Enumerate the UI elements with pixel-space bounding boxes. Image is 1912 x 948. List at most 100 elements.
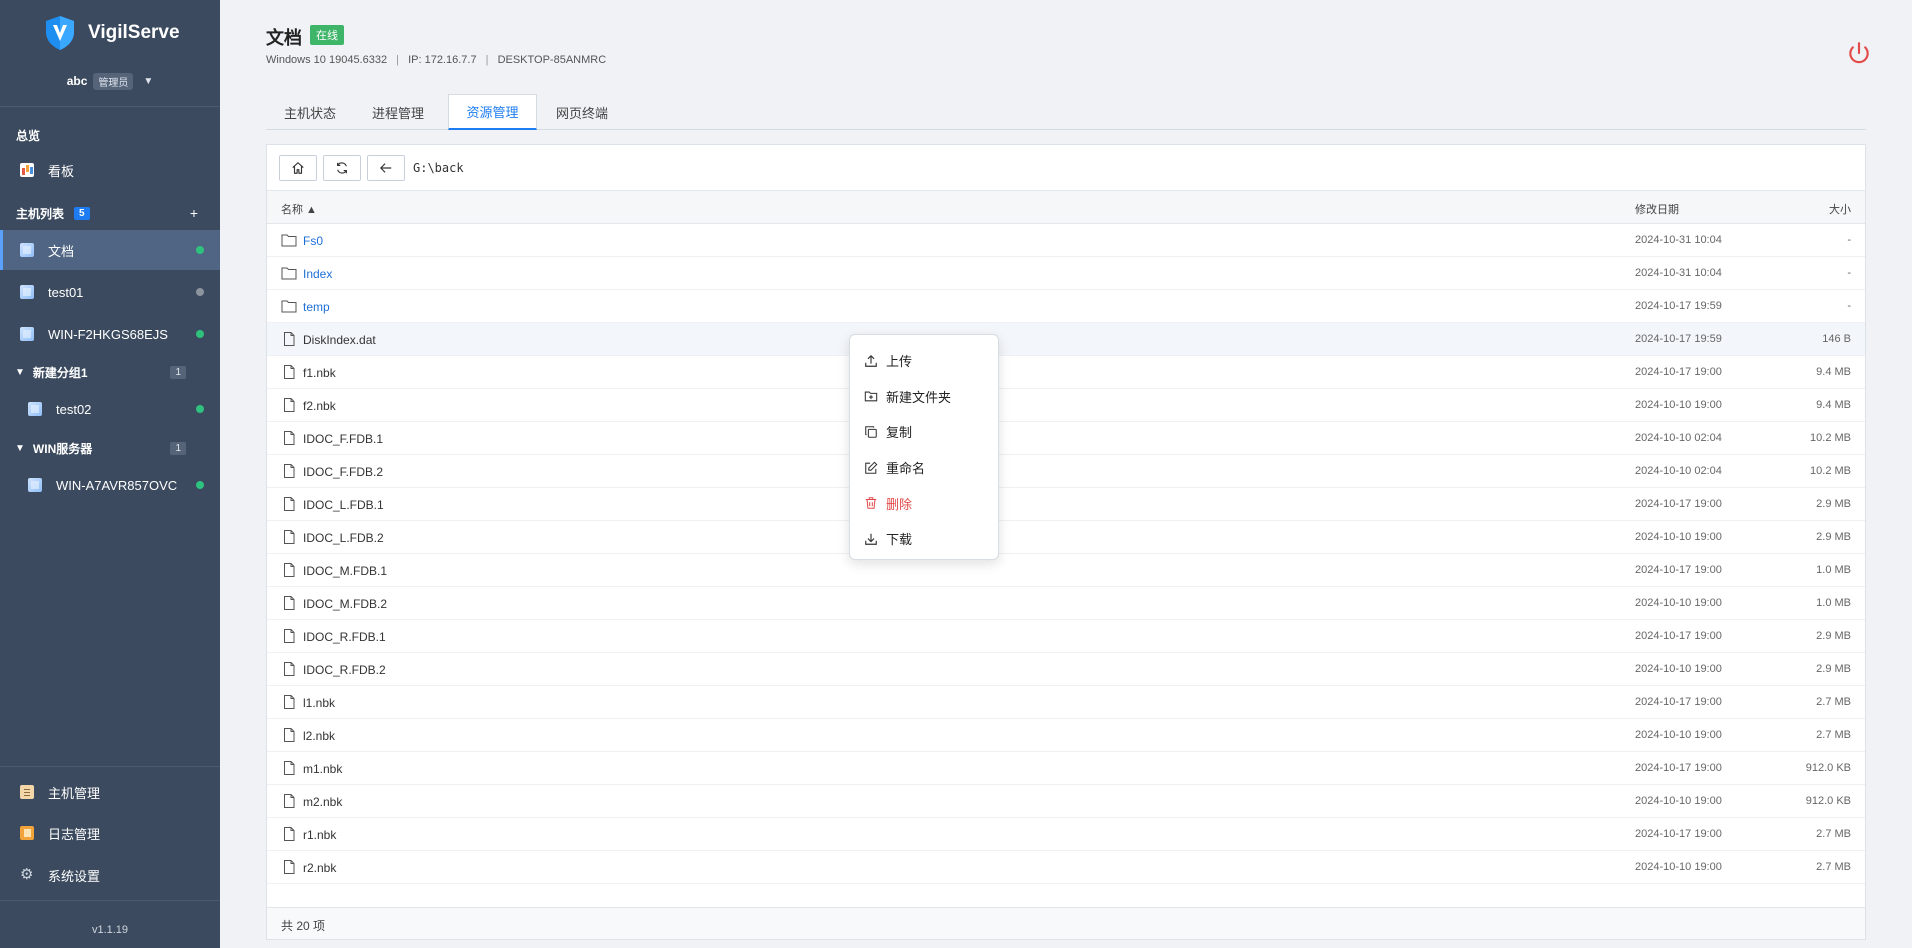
menu-item-rename[interactable]: 重命名 [850, 450, 998, 486]
menu-item-new-folder[interactable]: 新建文件夹 [850, 379, 998, 415]
tab-resource-management[interactable]: 资源管理 [448, 94, 537, 130]
file-date: 2024-10-10 19:00 [1635, 597, 1722, 609]
table-row[interactable]: l2.nbk 2024-10-10 19:00 2.7 MB [267, 719, 1865, 752]
nav-log-management[interactable]: 日志管理 [0, 813, 220, 853]
table-row[interactable]: IDOC_L.FDB.2 2024-10-10 19:00 2.9 MB [267, 521, 1865, 554]
file-icon [284, 695, 295, 709]
table-row[interactable]: DiskIndex.dat 2024-10-17 19:59 146 B [267, 323, 1865, 356]
host-item-win-f2hkgs68ejs[interactable]: WIN-F2HKGS68EJS [0, 314, 220, 354]
file-size: 10.2 MB [1810, 465, 1851, 477]
host-item-test01[interactable]: test01 [0, 272, 220, 312]
clipboard-icon [20, 785, 34, 799]
table-row[interactable]: IDOC_L.FDB.1 2024-10-17 19:00 2.9 MB [267, 488, 1865, 521]
file-icon [284, 365, 295, 379]
table-row[interactable]: f1.nbk 2024-10-17 19:00 9.4 MB [267, 356, 1865, 389]
column-name[interactable]: 名称 ▲ [281, 201, 317, 217]
folder-icon [281, 234, 297, 247]
nav-dashboard-label: 看板 [48, 163, 75, 179]
home-button[interactable] [279, 155, 317, 181]
table-row[interactable]: IDOC_F.FDB.1 2024-10-10 02:04 10.2 MB [267, 422, 1865, 455]
file-name: m1.nbk [303, 762, 343, 776]
column-size[interactable]: 大小 [1829, 201, 1851, 217]
file-size: 2.7 MB [1816, 696, 1851, 708]
nav-host-management[interactable]: 主机管理 [0, 772, 220, 812]
file-size: 1.0 MB [1816, 564, 1851, 576]
folder-icon [281, 300, 297, 313]
menu-item-label: 删除 [886, 496, 913, 512]
table-row[interactable]: m2.nbk 2024-10-10 19:00 912.0 KB [267, 785, 1865, 818]
file-size: 2.9 MB [1816, 531, 1851, 543]
file-date: 2024-10-17 19:00 [1635, 762, 1722, 774]
file-date: 2024-10-10 19:00 [1635, 795, 1722, 807]
file-size: 2.7 MB [1816, 861, 1851, 873]
user-name: abc [66, 74, 88, 88]
file-size: 2.9 MB [1816, 663, 1851, 675]
add-host-button[interactable]: + [190, 205, 198, 221]
table-row[interactable]: Index 2024-10-31 10:04 - [267, 257, 1865, 290]
file-size: 10.2 MB [1810, 432, 1851, 444]
power-icon[interactable] [1846, 40, 1872, 66]
menu-item-label: 下载 [886, 532, 913, 548]
nav-dashboard[interactable]: 看板 [0, 150, 220, 190]
menu-item-upload[interactable]: 上传 [850, 343, 998, 379]
group-new-group-1[interactable]: ▼ 新建分组1 1 [0, 357, 220, 387]
table-row[interactable]: IDOC_F.FDB.2 2024-10-10 02:04 10.2 MB [267, 455, 1865, 488]
table-row[interactable]: temp 2024-10-17 19:59 - [267, 290, 1865, 323]
file-date: 2024-10-31 10:04 [1635, 267, 1722, 279]
menu-item-copy[interactable]: 复制 [850, 414, 998, 450]
table-row[interactable]: r1.nbk 2024-10-17 19:00 2.7 MB [267, 818, 1865, 851]
file-date: 2024-10-17 19:00 [1635, 696, 1722, 708]
table-row[interactable]: l1.nbk 2024-10-17 19:00 2.7 MB [267, 686, 1865, 719]
file-name[interactable]: Fs0 [303, 234, 323, 248]
file-name[interactable]: temp [303, 300, 330, 314]
file-date: 2024-10-31 10:04 [1635, 234, 1722, 246]
user-menu[interactable]: abc 管理员 ▼ [0, 68, 220, 94]
file-name[interactable]: Index [303, 267, 332, 281]
divider [0, 106, 220, 107]
host-item-test02[interactable]: test02 [0, 389, 220, 429]
column-date[interactable]: 修改日期 [1635, 201, 1679, 217]
back-button[interactable] [367, 155, 405, 181]
file-size: 2.7 MB [1816, 828, 1851, 840]
tab-host-status[interactable]: 主机状态 [266, 94, 354, 130]
file-icon [284, 596, 295, 610]
table-row[interactable]: IDOC_M.FDB.1 2024-10-17 19:00 1.0 MB [267, 554, 1865, 587]
brand[interactable]: VigilServe [44, 14, 180, 52]
file-name: r2.nbk [303, 861, 337, 875]
tab-web-terminal[interactable]: 网页终端 [537, 94, 627, 130]
file-size: 9.4 MB [1816, 366, 1851, 378]
host-item-win-a7avr857ovc[interactable]: WIN-A7AVR857OVC [0, 465, 220, 505]
host-list-label: 主机列表 [16, 206, 65, 221]
file-name: l1.nbk [303, 696, 336, 710]
file-icon [284, 761, 295, 775]
menu-item-delete[interactable]: 删除 [850, 485, 998, 521]
group-win-servers[interactable]: ▼ WIN服务器 1 [0, 433, 220, 463]
host-item-wendang[interactable]: 文档 [0, 230, 220, 270]
tab-process-management[interactable]: 进程管理 [354, 94, 442, 130]
file-name: IDOC_M.FDB.2 [303, 597, 388, 611]
menu-item-download[interactable]: 下载 [850, 521, 998, 557]
table-row[interactable]: IDOC_R.FDB.2 2024-10-10 19:00 2.9 MB [267, 653, 1865, 686]
table-row[interactable]: m1.nbk 2024-10-17 19:00 912.0 KB [267, 752, 1865, 785]
file-name: f2.nbk [303, 399, 336, 413]
nav-system-settings[interactable]: ⚙ 系统设置 [0, 855, 220, 895]
download-icon [865, 533, 877, 545]
file-name: m2.nbk [303, 795, 343, 809]
table-row[interactable]: r2.nbk 2024-10-10 19:00 2.7 MB [267, 851, 1865, 884]
file-name: l2.nbk [303, 729, 336, 743]
host-icon [20, 327, 34, 341]
table-row[interactable]: f2.nbk 2024-10-10 19:00 9.4 MB [267, 389, 1865, 422]
group-label: 新建分组1 [32, 365, 88, 380]
table-row[interactable]: IDOC_M.FDB.2 2024-10-10 19:00 1.0 MB [267, 587, 1865, 620]
file-icon [284, 563, 295, 577]
host-label: 文档 [48, 243, 75, 259]
refresh-button[interactable] [323, 155, 361, 181]
host-os: Windows 10 19045.6332 [266, 54, 388, 66]
group-count-badge: 1 [170, 365, 186, 379]
group-count-badge: 1 [170, 441, 186, 455]
table-row[interactable]: IDOC_R.FDB.1 2024-10-17 19:00 2.9 MB [267, 620, 1865, 653]
table-row[interactable]: Fs0 2024-10-31 10:04 - [267, 224, 1865, 257]
file-icon [284, 728, 295, 742]
file-name: IDOC_L.FDB.2 [303, 531, 384, 545]
host-meta: Windows 10 19045.6332 | IP: 172.16.7.7 |… [266, 54, 607, 66]
